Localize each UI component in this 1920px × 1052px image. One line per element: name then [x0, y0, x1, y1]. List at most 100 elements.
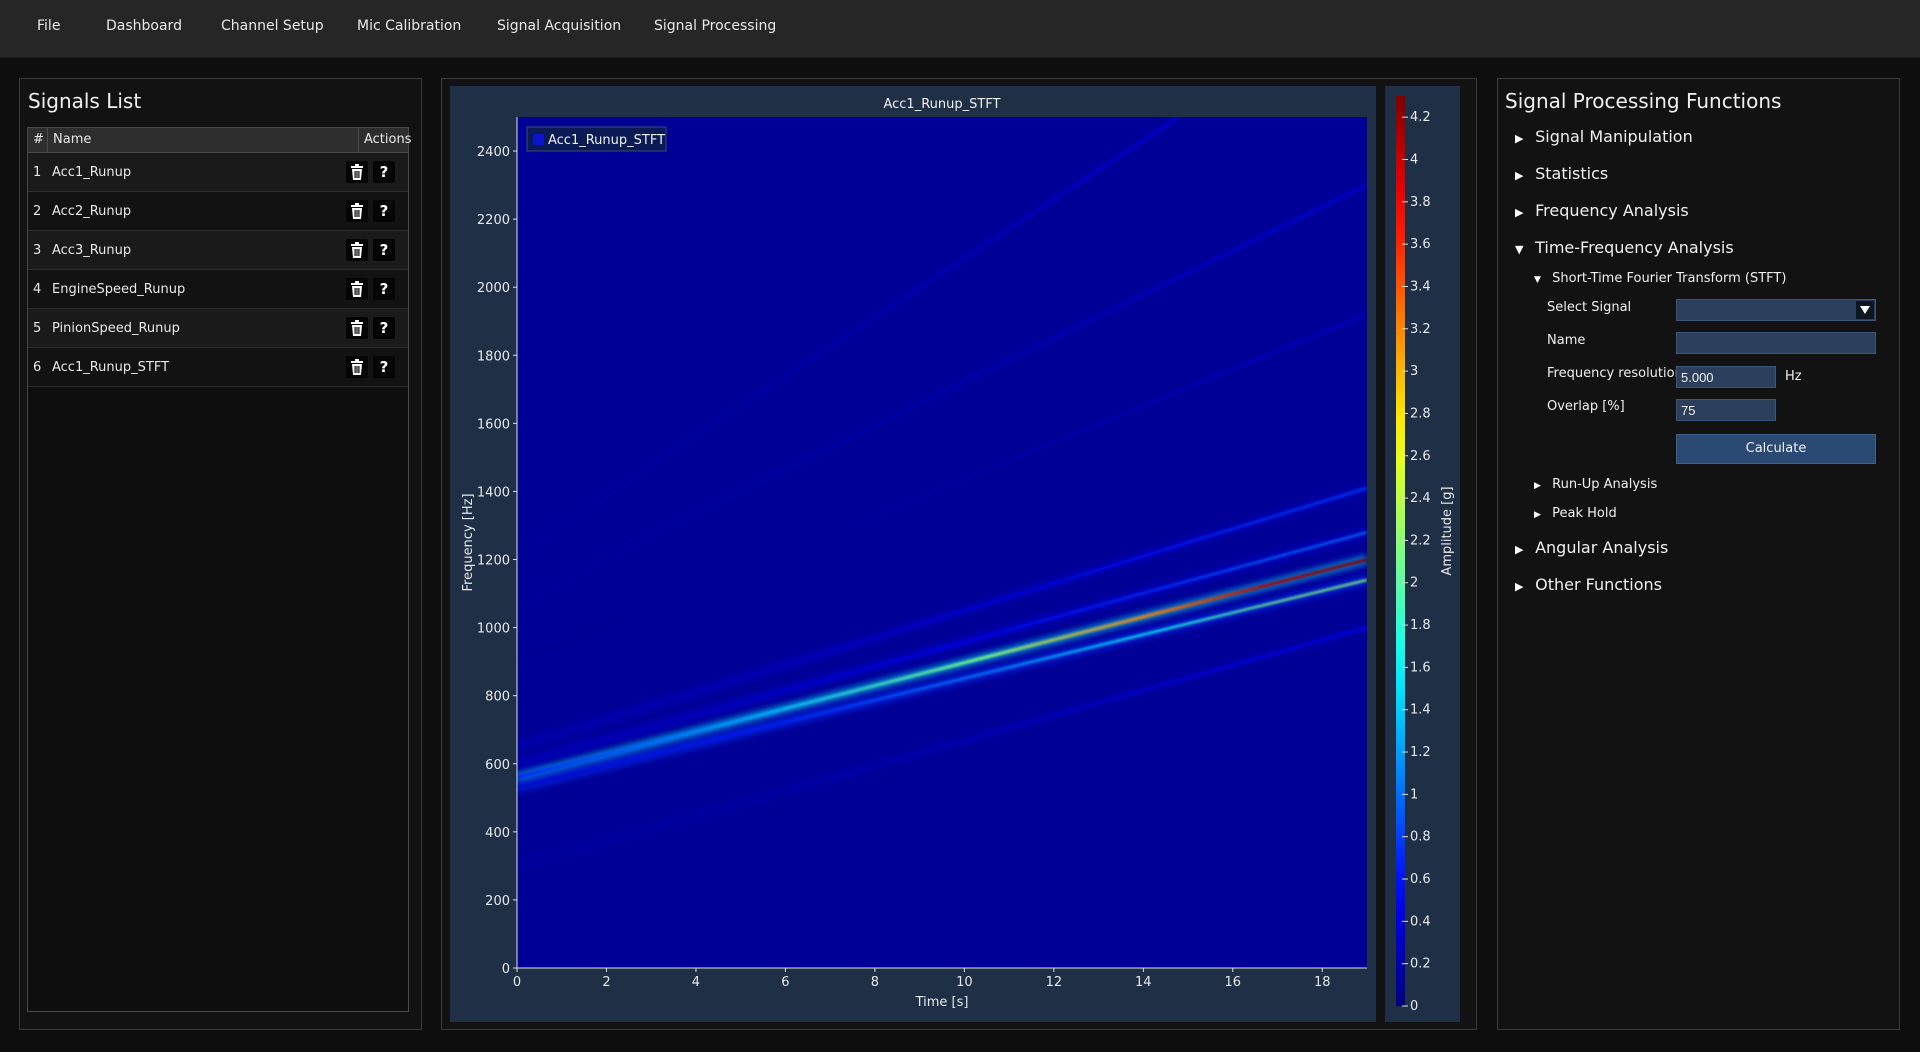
select-signal-dropdown[interactable] [1676, 299, 1876, 321]
y-tick-label: 200 [485, 894, 510, 909]
trash-icon[interactable] [346, 356, 368, 378]
calculate-button[interactable]: Calculate [1676, 434, 1876, 464]
colorbar-tick-label: 0.2 [1410, 957, 1431, 972]
colorbar-tick-label: 2.8 [1410, 406, 1431, 421]
table-row[interactable]: 5 PinionSpeed_Runup? [28, 309, 408, 348]
signal-name[interactable]: Acc1_Runup [52, 153, 131, 192]
expand-arrow-icon: ▶ [1515, 580, 1524, 593]
x-tick-label: 10 [956, 975, 973, 990]
freq-res-input[interactable] [1676, 366, 1776, 388]
expand-arrow-icon: ▶ [1534, 510, 1541, 520]
menu-mic-calibration[interactable]: Mic Calibration [357, 18, 461, 34]
spectrogram-svg[interactable]: Acc1_Runup_STFT 0 2 4 6 8 10 12 14 16 18 0 200 400 600… [450, 86, 1376, 1022]
trash-icon[interactable] [346, 200, 368, 222]
col-header-name[interactable]: Name [48, 128, 359, 153]
x-tick-label: 14 [1135, 975, 1152, 990]
signal-name[interactable]: EngineSpeed_Runup [52, 270, 185, 309]
col-header-num: # [28, 128, 48, 153]
table-row[interactable]: 3 Acc3_Runup? [28, 231, 408, 270]
x-tick-label: 16 [1225, 975, 1242, 990]
signals-list-title: Signals List [28, 89, 142, 113]
help-button[interactable]: ? [373, 239, 395, 261]
signal-name[interactable]: Acc2_Runup [52, 192, 131, 231]
freq-res-label: Frequency resolution [1547, 366, 1683, 381]
help-button[interactable]: ? [373, 356, 395, 378]
x-tick-label: 2 [602, 975, 610, 990]
colorbar-tick-label: 0 [1410, 999, 1418, 1014]
y-tick-label: 2400 [477, 145, 510, 160]
y-tick-label: 1000 [477, 622, 510, 637]
section-statistics[interactable]: ▶ Statistics [1515, 164, 1608, 183]
signal-name[interactable]: PinionSpeed_Runup [52, 309, 180, 348]
signal-name[interactable]: Acc1_Runup_STFT [52, 348, 169, 387]
section-label: Angular Analysis [1535, 538, 1669, 557]
expand-arrow-icon: ▶ [1515, 543, 1524, 556]
menu-dashboard[interactable]: Dashboard [106, 18, 182, 34]
colorbar-tick-label: 1 [1410, 787, 1418, 802]
x-tick-label: 6 [781, 975, 789, 990]
y-tick-label: 0 [502, 962, 510, 977]
table-row[interactable]: 4 EngineSpeed_Runup? [28, 270, 408, 309]
help-button[interactable]: ? [373, 200, 395, 222]
functions-title: Signal Processing Functions [1505, 89, 1782, 113]
menu-file[interactable]: File [37, 18, 60, 34]
subsection-label: Short-Time Fourier Transform (STFT) [1552, 271, 1787, 286]
section-angular-analysis[interactable]: ▶ Angular Analysis [1515, 538, 1668, 557]
help-button[interactable]: ? [373, 278, 395, 300]
trash-icon[interactable] [346, 239, 368, 261]
colorbar-tick-label: 3.4 [1410, 279, 1431, 294]
table-row[interactable]: 1 Acc1_Runup? [28, 153, 408, 192]
name-label: Name [1547, 333, 1586, 348]
subsection-peak-hold[interactable]: ▶ Peak Hold [1534, 506, 1617, 521]
subsection-label: Peak Hold [1552, 506, 1617, 521]
expand-arrow-icon: ▶ [1534, 481, 1541, 491]
colorbar-tick-label: 2.6 [1410, 449, 1431, 464]
x-tick-label: 4 [692, 975, 700, 990]
trash-icon[interactable] [346, 161, 368, 183]
y-tick-label: 1800 [477, 349, 510, 364]
x-tick-label: 18 [1314, 975, 1331, 990]
name-input[interactable] [1676, 332, 1876, 354]
row-number: 6 [33, 360, 42, 375]
colorbar-svg: 0 0.2 0.4 0.6 0.8 1 1.2 1.4 1.6 1.8 2 2.2 2.4 2.6 2.8 3… [1396, 96, 1455, 1014]
menu-signal-processing[interactable]: Signal Processing [654, 18, 776, 34]
colorbar-label: Amplitude [g] [1440, 486, 1455, 575]
colorbar-tick-label: 3.2 [1410, 322, 1431, 337]
table-row[interactable]: 6 Acc1_Runup_STFT? [28, 348, 408, 387]
signal-name[interactable]: Acc3_Runup [52, 231, 131, 270]
functions-panel: Signal Processing Functions ▶ Signal Man… [1497, 78, 1900, 1030]
menu-signal-acquisition[interactable]: Signal Acquisition [497, 18, 621, 34]
spectrogram-plot[interactable]: Acc1_Runup_STFT 0 2 4 6 8 10 12 14 16 18 0 200 400 600… [450, 86, 1376, 1022]
y-axis-label: Frequency [Hz] [461, 493, 476, 591]
expand-arrow-icon: ▶ [1515, 132, 1524, 145]
x-tick-label: 12 [1046, 975, 1063, 990]
chevron-down-icon[interactable] [1856, 301, 1874, 319]
y-tick-label: 2000 [477, 281, 510, 296]
trash-icon[interactable] [346, 278, 368, 300]
colorbar-tick-label: 3.8 [1410, 195, 1431, 210]
y-tick-label: 400 [485, 826, 510, 841]
menu-channel-setup[interactable]: Channel Setup [221, 18, 324, 34]
section-label: Signal Manipulation [1535, 127, 1693, 146]
section-frequency-analysis[interactable]: ▶ Frequency Analysis [1515, 201, 1689, 220]
y-tick-label: 800 [485, 690, 510, 705]
x-axis-label: Time [s] [915, 995, 969, 1010]
overlap-input[interactable] [1676, 399, 1776, 421]
colorbar-tick-label: 0.6 [1410, 872, 1431, 887]
help-button[interactable]: ? [373, 161, 395, 183]
subsection-runup-analysis[interactable]: ▶ Run-Up Analysis [1534, 477, 1657, 492]
section-signal-manipulation[interactable]: ▶ Signal Manipulation [1515, 127, 1693, 146]
subsection-stft[interactable]: ▼ Short-Time Fourier Transform (STFT) [1534, 271, 1786, 286]
row-number: 3 [33, 243, 42, 258]
row-number: 4 [33, 282, 42, 297]
plot-panel: Acc1_Runup_STFT 0 2 4 6 8 10 12 14 16 18 0 200 400 600… [441, 78, 1477, 1030]
section-time-frequency-analysis[interactable]: ▼ Time-Frequency Analysis [1515, 238, 1734, 257]
help-button[interactable]: ? [373, 317, 395, 339]
table-row[interactable]: 2 Acc2_Runup? [28, 192, 408, 231]
colorbar-gradient [1396, 96, 1405, 1006]
menu-bar: File Dashboard Channel Setup Mic Calibra… [0, 0, 1920, 58]
signals-list-panel: Signals List # Name Actions 1 Acc1_Runup?… [19, 78, 422, 1030]
select-signal-label: Select Signal [1547, 300, 1632, 315]
section-other-functions[interactable]: ▶ Other Functions [1515, 575, 1662, 594]
trash-icon[interactable] [346, 317, 368, 339]
